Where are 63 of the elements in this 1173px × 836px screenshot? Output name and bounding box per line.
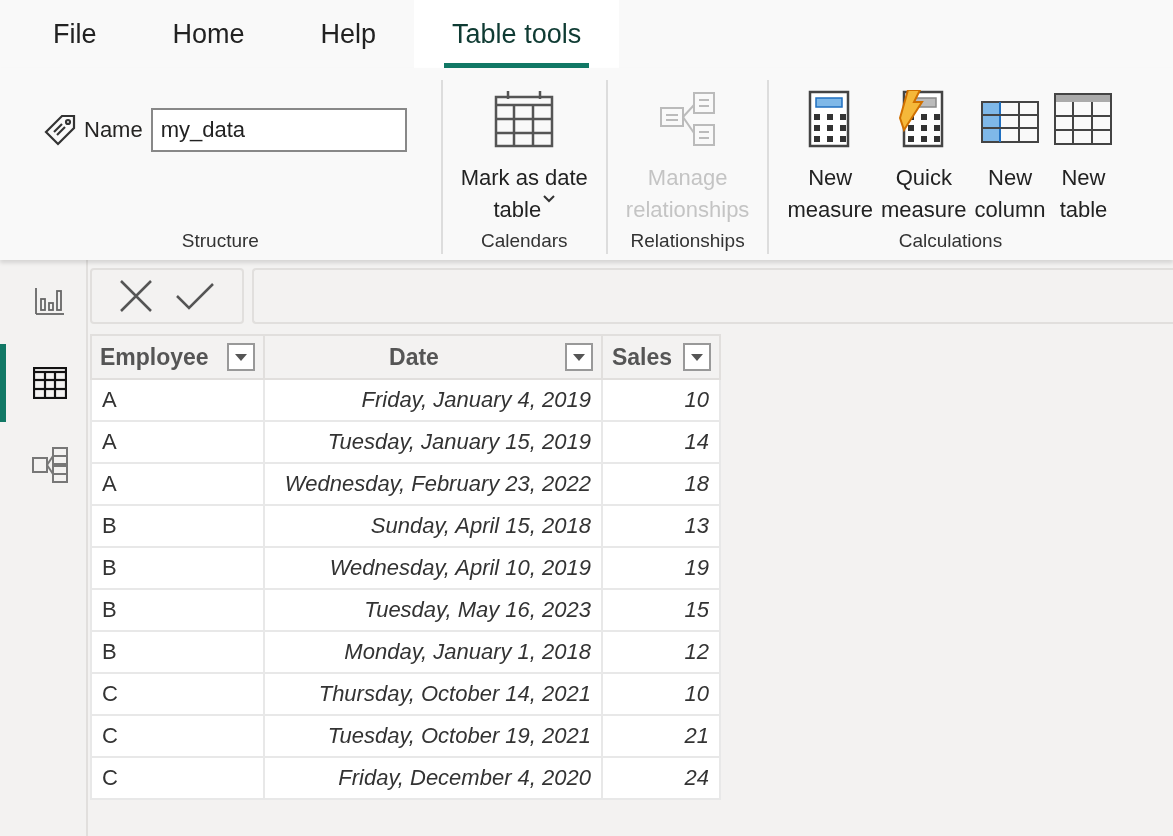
table-cell: Tuesday, January 15, 2019	[327, 429, 591, 454]
table-cell: A	[102, 429, 117, 454]
commit-button[interactable]	[175, 282, 215, 310]
triangle-down-icon	[235, 353, 247, 361]
table-cell: 24	[684, 765, 709, 790]
group-label: Structure	[181, 230, 259, 253]
triangle-down-icon	[573, 353, 585, 361]
filter-dropdown[interactable]	[227, 343, 255, 371]
table-cell: C	[102, 681, 118, 706]
triangle-down-icon	[691, 353, 703, 361]
table-icon	[1053, 90, 1114, 148]
table-cell: C	[102, 723, 118, 748]
table-cell: 13	[684, 513, 709, 538]
table-cell: 21	[684, 723, 709, 748]
table-cell: 18	[684, 471, 709, 496]
filter-dropdown[interactable]	[683, 343, 711, 371]
filter-dropdown[interactable]	[565, 343, 593, 371]
ribbon-tab[interactable]: File	[15, 0, 135, 68]
table-cell: B	[102, 639, 117, 664]
column-header: Date	[388, 343, 440, 371]
group-label: Calendars	[480, 230, 568, 253]
cancel-button[interactable]	[119, 279, 153, 313]
name-label: Name	[84, 117, 143, 143]
table-cell: Wednesday, February 23, 2022	[284, 471, 591, 496]
table-cell: 12	[684, 639, 709, 664]
table-view-icon[interactable]	[33, 367, 67, 399]
column-header: Employee	[100, 343, 210, 371]
ribbon-tab[interactable]: Home	[134, 0, 283, 68]
table-cell: A	[102, 387, 117, 412]
ribbon-tab[interactable]: Table tools	[414, 0, 620, 68]
group-label: Relationships	[630, 230, 745, 253]
ribbon-button[interactable]: New column	[970, 80, 1050, 230]
table-cell: 10	[684, 387, 709, 412]
table-cell: A	[102, 471, 117, 496]
table-cell: 15	[684, 597, 709, 622]
table-cell: 19	[684, 555, 709, 580]
name-field[interactable]: my_data	[150, 108, 407, 152]
table-cell: Friday, December 4, 2020	[338, 765, 591, 790]
table-cell: 10	[684, 681, 709, 706]
table-cell: Wednesday, April 10, 2019	[329, 555, 591, 580]
group-label: Calculations	[898, 230, 1003, 253]
ribbon-button[interactable]: Quick measure	[876, 80, 971, 230]
bar-chart-icon[interactable]	[35, 287, 65, 315]
tag-icon	[44, 114, 76, 146]
table-cell: C	[102, 765, 118, 790]
table-cell: Monday, January 1, 2018	[344, 639, 591, 664]
calendar-icon	[494, 90, 555, 148]
model-icon[interactable]	[31, 446, 69, 484]
table-cell: Sunday, April 15, 2018	[370, 513, 591, 538]
table-cell: 14	[684, 429, 709, 454]
table-cell: Tuesday, October 19, 2021	[327, 723, 591, 748]
ribbon-tab[interactable]: Help	[282, 0, 415, 68]
table-cell: Tuesday, May 16, 2023	[364, 597, 591, 622]
ribbon-button[interactable]: Mark as date table	[456, 80, 592, 230]
table-cell: B	[102, 597, 117, 622]
ribbon-button[interactable]: New table	[1049, 80, 1118, 230]
relationships-icon	[657, 90, 718, 148]
table-cell: B	[102, 513, 117, 538]
table-cell: Friday, January 4, 2019	[361, 387, 591, 412]
ribbon-button[interactable]: New measure	[783, 80, 877, 230]
column-header: Sales	[611, 343, 673, 371]
table-cell: Thursday, October 14, 2021	[318, 681, 591, 706]
table-cell: B	[102, 555, 117, 580]
